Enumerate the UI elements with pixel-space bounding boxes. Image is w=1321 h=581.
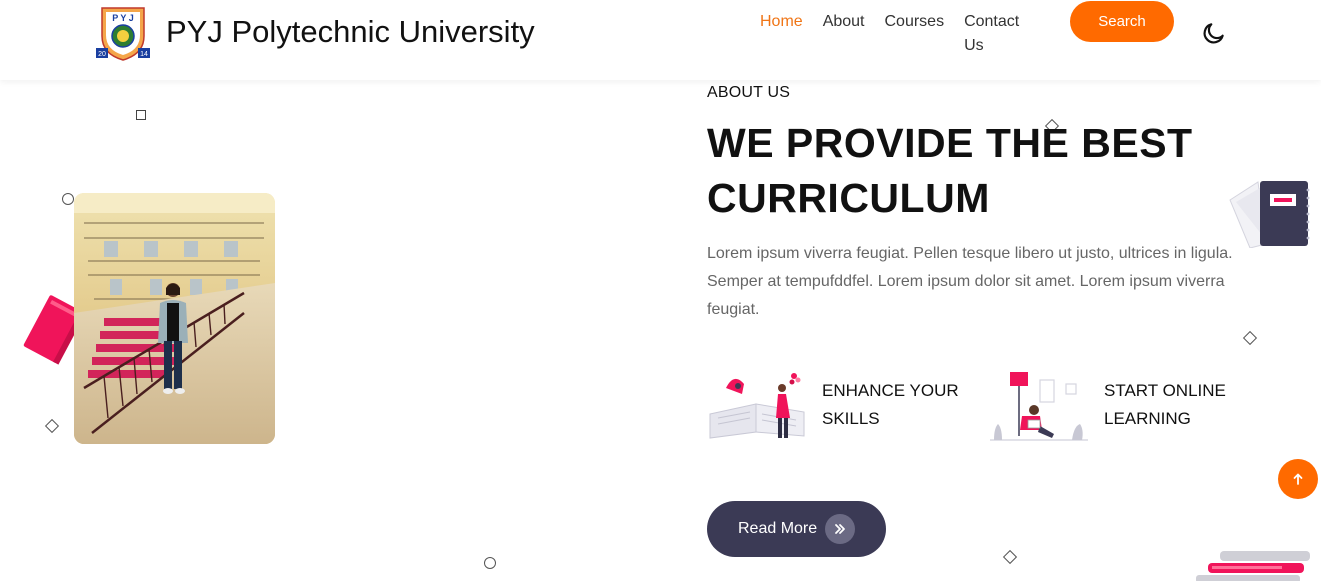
section-headline: WE PROVIDE THE BEST CURRICULUM — [707, 120, 1193, 221]
decor-square — [136, 110, 146, 120]
scroll-to-top-button[interactable] — [1278, 459, 1318, 499]
read-more-button[interactable]: Read More — [707, 501, 886, 557]
decor-circle — [62, 193, 74, 205]
section-description: Lorem ipsum viverra feugiat. Pellen tesq… — [707, 245, 1233, 318]
feature-online-learning: START ONLINE LEARNING — [988, 366, 1244, 444]
feature-enhance-skills: ENHANCE YOUR SKILLS — [706, 366, 962, 444]
read-more-label: Read More — [738, 520, 818, 537]
nav-home[interactable]: Home — [760, 10, 803, 34]
online-learning-illustration — [990, 372, 1088, 441]
arrow-up-icon — [1293, 473, 1303, 485]
moon-icon[interactable] — [1201, 20, 1227, 46]
svg-text:20: 20 — [98, 51, 106, 58]
search-button[interactable]: Search — [1070, 1, 1174, 42]
books-stack-illustration — [1196, 551, 1310, 581]
decor-diamond — [1002, 549, 1018, 565]
decor-diamond — [44, 418, 60, 434]
reading-book-illustration — [709, 373, 805, 439]
decor-circle — [484, 557, 496, 569]
university-logo[interactable]: P Y J 20 14 — [90, 2, 156, 64]
brand-name[interactable]: PYJ Polytechnic University — [166, 14, 535, 50]
feature-label: START ONLINE LEARNING — [1104, 381, 1226, 428]
decor-diamond — [1242, 330, 1258, 346]
section-eyebrow: ABOUT US — [707, 84, 791, 101]
svg-text:14: 14 — [140, 51, 148, 58]
notebook-illustration — [1229, 181, 1310, 248]
svg-text:P Y J: P Y J — [112, 13, 134, 23]
site-header: P Y J 20 14 PYJ Polytechnic University H… — [0, 0, 1321, 80]
feature-label: ENHANCE YOUR SKILLS — [822, 381, 959, 428]
main-nav: Home About Courses Contact Us — [760, 10, 1048, 58]
nav-contact-us[interactable]: Contact Us — [964, 10, 1028, 58]
nav-courses[interactable]: Courses — [885, 10, 945, 34]
double-chevron-right-icon — [825, 514, 855, 544]
campus-photo — [74, 193, 275, 444]
nav-about[interactable]: About — [823, 10, 865, 34]
